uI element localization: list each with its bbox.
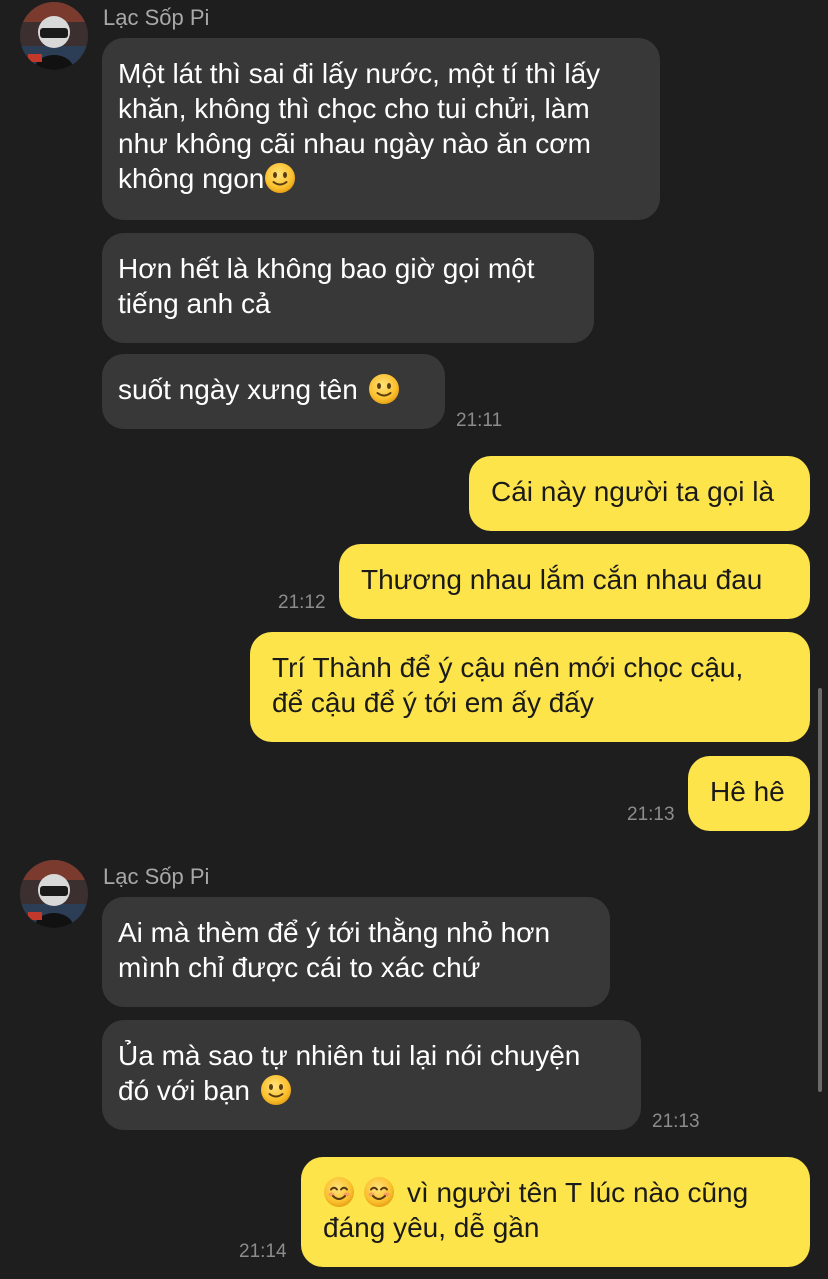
smiling-face-emoji-icon [363, 1176, 395, 1208]
message-timestamp: 21:12 [278, 592, 326, 613]
message-bubble-outgoing[interactable]: Cái này người ta gọi là [469, 456, 810, 531]
message-timestamp: 21:13 [652, 1111, 700, 1132]
message-bubble-incoming[interactable]: Hơn hết là không bao giờ gọi một tiếng a… [102, 233, 594, 343]
message-text: mình chỉ được cái to xác chứ [118, 952, 481, 983]
message-timestamp: 21:13 [627, 804, 675, 825]
slight-smile-emoji-icon [368, 373, 400, 405]
slight-smile-emoji-icon [260, 1074, 292, 1106]
message-text: không ngon [118, 163, 265, 194]
message-text: Một lát thì sai đi lấy nước, một tí thì … [118, 58, 601, 89]
message-text: Hê hê [710, 776, 785, 807]
smiling-face-emoji-icon [323, 1176, 355, 1208]
message-bubble-incoming[interactable]: Ủa mà sao tự nhiên tui lại nói chuyện đó… [102, 1020, 641, 1130]
message-text: Trí Thành để ý cậu nên mới chọc cậu, [272, 652, 744, 683]
message-timestamp: 21:14 [239, 1241, 287, 1262]
avatar-photo [20, 2, 88, 70]
sender-name: Lạc Sốp Pi [103, 864, 210, 889]
avatar[interactable] [20, 2, 88, 70]
slight-smile-emoji-icon [264, 162, 296, 194]
message-bubble-outgoing[interactable]: Hê hê [688, 756, 810, 831]
message-text: Hơn hết là không bao giờ gọi một [118, 253, 535, 284]
message-text: khăn, không thì chọc cho tui chửi, làm [118, 93, 590, 124]
message-text: Ai mà thèm để ý tới thằng nhỏ hơn [118, 917, 551, 948]
message-bubble-incoming[interactable]: suốt ngày xưng tên [102, 354, 445, 429]
message-text: Cái này người ta gọi là [491, 476, 775, 507]
message-text: đó với bạn [118, 1075, 251, 1106]
avatar[interactable] [20, 860, 88, 928]
message-text: suốt ngày xưng tên [118, 374, 358, 405]
message-text: tiếng anh cả [118, 288, 271, 319]
message-bubble-incoming[interactable]: Một lát thì sai đi lấy nước, một tí thì … [102, 38, 660, 220]
message-text: Thương nhau lắm cắn nhau đau [361, 564, 763, 595]
message-text: đáng yêu, dễ gần [323, 1212, 540, 1243]
message-text: để cậu để ý tới em ấy đấy [272, 687, 594, 718]
message-text: vì người tên T lúc nào cũng [407, 1177, 749, 1208]
sender-name: Lạc Sốp Pi [103, 5, 210, 30]
message-bubble-incoming[interactable]: Ai mà thèm để ý tới thằng nhỏ hơn mình c… [102, 897, 610, 1007]
message-timestamp: 21:11 [456, 410, 503, 431]
scrollbar[interactable] [818, 688, 822, 1092]
message-bubble-outgoing[interactable]: vì người tên T lúc nào cũng đáng yêu, dễ… [301, 1157, 810, 1267]
message-text: như không cãi nhau ngày nào ăn cơm [118, 128, 591, 159]
message-bubble-outgoing[interactable]: Trí Thành để ý cậu nên mới chọc cậu, để … [250, 632, 810, 742]
message-bubble-outgoing[interactable]: Thương nhau lắm cắn nhau đau [339, 544, 810, 619]
message-text: Ủa mà sao tự nhiên tui lại nói chuyện [118, 1040, 581, 1071]
avatar-photo [20, 860, 88, 928]
